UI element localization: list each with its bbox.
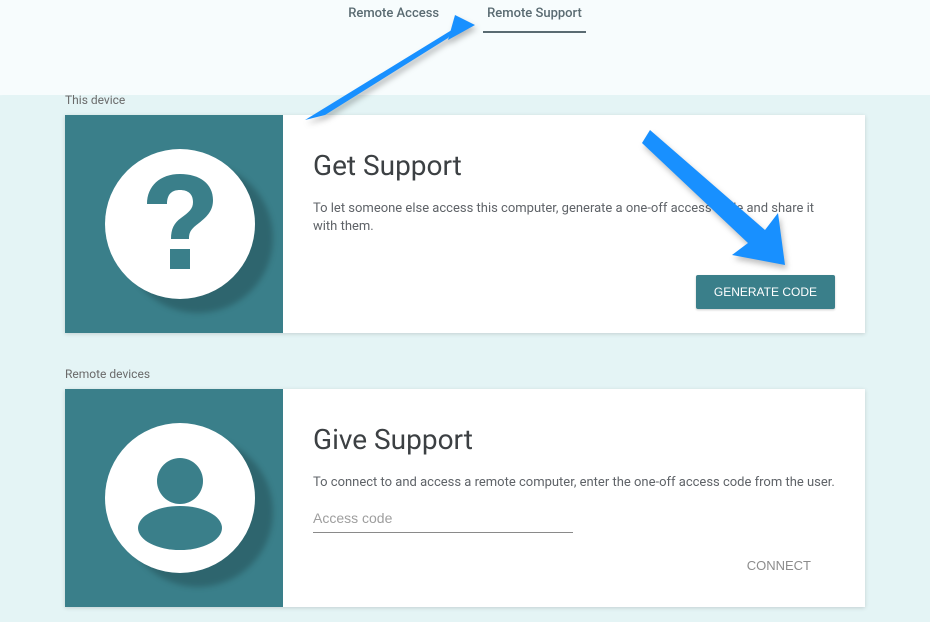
get-support-title: Get Support xyxy=(313,149,835,182)
card-get-support: Get Support To let someone else access t… xyxy=(65,115,865,333)
connect-button[interactable]: CONNECT xyxy=(723,548,835,583)
get-support-actions: GENERATE CODE xyxy=(313,275,835,309)
section-label-this-device: This device xyxy=(65,93,865,107)
section-label-remote-devices: Remote devices xyxy=(65,367,865,381)
main-content: This device Get Support To let someone e… xyxy=(65,33,865,607)
tab-bar: Remote Access Remote Support xyxy=(0,0,930,33)
give-support-icon-box xyxy=(65,389,283,607)
tab-remote-support[interactable]: Remote Support xyxy=(483,6,586,33)
get-support-icon-box xyxy=(65,115,283,333)
question-mark-icon xyxy=(105,149,255,299)
give-support-body: Give Support To connect to and access a … xyxy=(283,389,865,607)
give-support-actions: CONNECT xyxy=(313,548,835,583)
give-support-description: To connect to and access a remote comput… xyxy=(313,474,835,492)
tab-remote-access[interactable]: Remote Access xyxy=(344,6,443,33)
person-icon xyxy=(105,423,255,573)
generate-code-button[interactable]: GENERATE CODE xyxy=(696,275,835,309)
card-give-support: Give Support To connect to and access a … xyxy=(65,389,865,607)
get-support-description: To let someone else access this computer… xyxy=(313,200,835,236)
give-support-title: Give Support xyxy=(313,423,835,456)
get-support-body: Get Support To let someone else access t… xyxy=(283,115,865,333)
access-code-input[interactable] xyxy=(313,504,573,533)
